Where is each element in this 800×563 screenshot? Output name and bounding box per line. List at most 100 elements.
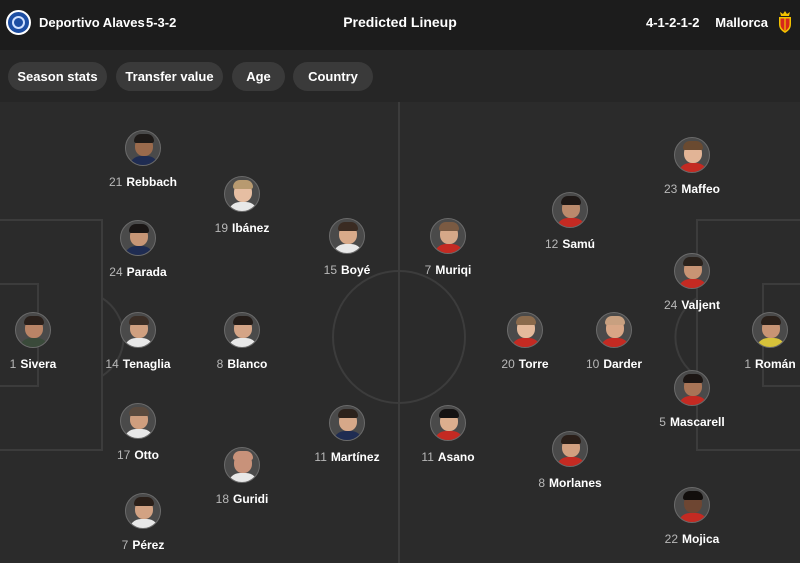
player-samu[interactable]: 12 Samú (520, 192, 620, 251)
player-avatar (224, 312, 260, 348)
player-valjent[interactable]: 24 Valjent (642, 253, 742, 312)
player-number: 19 (214, 221, 228, 235)
filter-age[interactable]: Age (232, 62, 285, 91)
player-boye[interactable]: 15 Boyé (297, 218, 397, 277)
player-number: 24 (109, 265, 123, 279)
player-number: 10 (585, 357, 600, 371)
player-muriqi[interactable]: 7 Muriqi (398, 218, 498, 277)
player-torre[interactable]: 20 Torre (475, 312, 575, 371)
player-avatar (120, 403, 156, 439)
away-formation: 4-1-2-1-2 (646, 15, 700, 30)
filter-transfer-value[interactable]: Transfer value (116, 62, 223, 91)
player-mojica[interactable]: 22 Mojica (642, 487, 742, 546)
player-name: Valjent (681, 298, 721, 312)
player-asano[interactable]: 11 Asano (398, 405, 498, 464)
player-name: Rebbach (126, 175, 178, 189)
player-avatar (224, 447, 260, 483)
player-avatar (15, 312, 51, 348)
player-avatar (224, 176, 260, 212)
player-avatar (120, 220, 156, 256)
away-team[interactable]: Mallorca (715, 10, 794, 34)
player-number: 21 (108, 175, 123, 189)
player-name: Sivera (20, 357, 57, 371)
pitch: 21 Rebbach 19 Ibánez 24 Parada 15 Boyé 1 Sive… (0, 102, 800, 563)
player-guridi[interactable]: 18 Guridi (192, 447, 292, 506)
player-name: Otto (134, 448, 159, 462)
player-mascarell[interactable]: 5 Mascarell (642, 370, 742, 429)
player-number: 15 (323, 263, 337, 277)
player-name: Muriqi (435, 263, 472, 277)
lineup-header: Deportivo Alaves 5-3-2 Predicted Lineup … (0, 0, 800, 44)
away-team-crest-icon (779, 11, 791, 33)
player-name: Torre (518, 357, 549, 371)
player-number: 1 (9, 357, 17, 371)
player-number: 7 (424, 263, 432, 277)
player-avatar (125, 493, 161, 529)
player-name: Darder (603, 357, 643, 371)
player-roman[interactable]: 1 Román (720, 312, 800, 371)
player-avatar (674, 487, 710, 523)
player-avatar (552, 431, 588, 467)
player-name: Guridi (233, 492, 269, 506)
player-otto[interactable]: 17 Otto (88, 403, 188, 462)
player-name: Blanco (227, 357, 268, 371)
player-avatar (120, 312, 156, 348)
player-number: 24 (663, 298, 678, 312)
filter-season-stats[interactable]: Season stats (8, 62, 107, 91)
player-blanco[interactable]: 8 Blanco (192, 312, 292, 371)
player-number: 1 (744, 357, 751, 371)
player-avatar (674, 137, 710, 173)
player-number: 18 (215, 492, 229, 506)
player-name: Mascarell (669, 415, 725, 429)
player-name: Asano (437, 450, 475, 464)
player-name: Martínez (330, 450, 380, 464)
player-number: 17 (116, 448, 131, 462)
player-avatar (674, 370, 710, 406)
player-avatar (596, 312, 632, 348)
player-number: 7 (121, 538, 129, 552)
player-name: Morlanes (549, 476, 602, 490)
player-avatar (507, 312, 543, 348)
home-formation: 5-3-2 (146, 15, 177, 30)
player-avatar (329, 218, 365, 254)
player-number: 8 (216, 357, 224, 371)
player-morlanes[interactable]: 8 Morlanes (520, 431, 620, 490)
player-darder[interactable]: 10 Darder (564, 312, 664, 371)
filter-bar: Season stats Transfer value Age Country (0, 50, 800, 102)
player-avatar (430, 218, 466, 254)
player-name: Boyé (341, 263, 371, 277)
player-number: 5 (659, 415, 666, 429)
player-name: Maffeo (681, 182, 721, 196)
player-avatar (329, 405, 365, 441)
away-team-name: Mallorca (715, 14, 768, 30)
home-team[interactable]: Deportivo Alaves (6, 10, 145, 35)
player-number: 23 (663, 182, 678, 196)
player-number: 20 (501, 357, 515, 371)
player-parada[interactable]: 24 Parada (88, 220, 188, 279)
player-number: 22 (664, 532, 678, 546)
player-name: Román (755, 357, 796, 371)
player-number: 14 (105, 357, 119, 371)
player-martinez[interactable]: 11 Martínez (297, 405, 397, 464)
player-name: Parada (126, 265, 167, 279)
player-avatar (674, 253, 710, 289)
player-sivera[interactable]: 1 Sivera (0, 312, 83, 371)
player-name: Mojica (682, 532, 720, 546)
player-perez[interactable]: 7 Pérez (93, 493, 193, 552)
player-name: Pérez (132, 538, 165, 552)
filter-country[interactable]: Country (293, 62, 373, 91)
player-avatar (552, 192, 588, 228)
player-name: Ibánez (232, 221, 270, 235)
player-maffeo[interactable]: 23 Maffeo (642, 137, 742, 196)
player-name: Samú (562, 237, 596, 251)
player-ibanez[interactable]: 19 Ibánez (192, 176, 292, 235)
player-number: 11 (314, 450, 327, 464)
player-number: 12 (544, 237, 559, 251)
player-rebbach[interactable]: 21 Rebbach (93, 130, 193, 189)
player-avatar (125, 130, 161, 166)
player-tenaglia[interactable]: 14 Tenaglia (88, 312, 188, 371)
home-team-crest-icon (6, 10, 31, 35)
player-name: Tenaglia (122, 357, 171, 371)
home-team-name: Deportivo Alaves (39, 15, 145, 30)
player-number: 8 (538, 476, 545, 490)
